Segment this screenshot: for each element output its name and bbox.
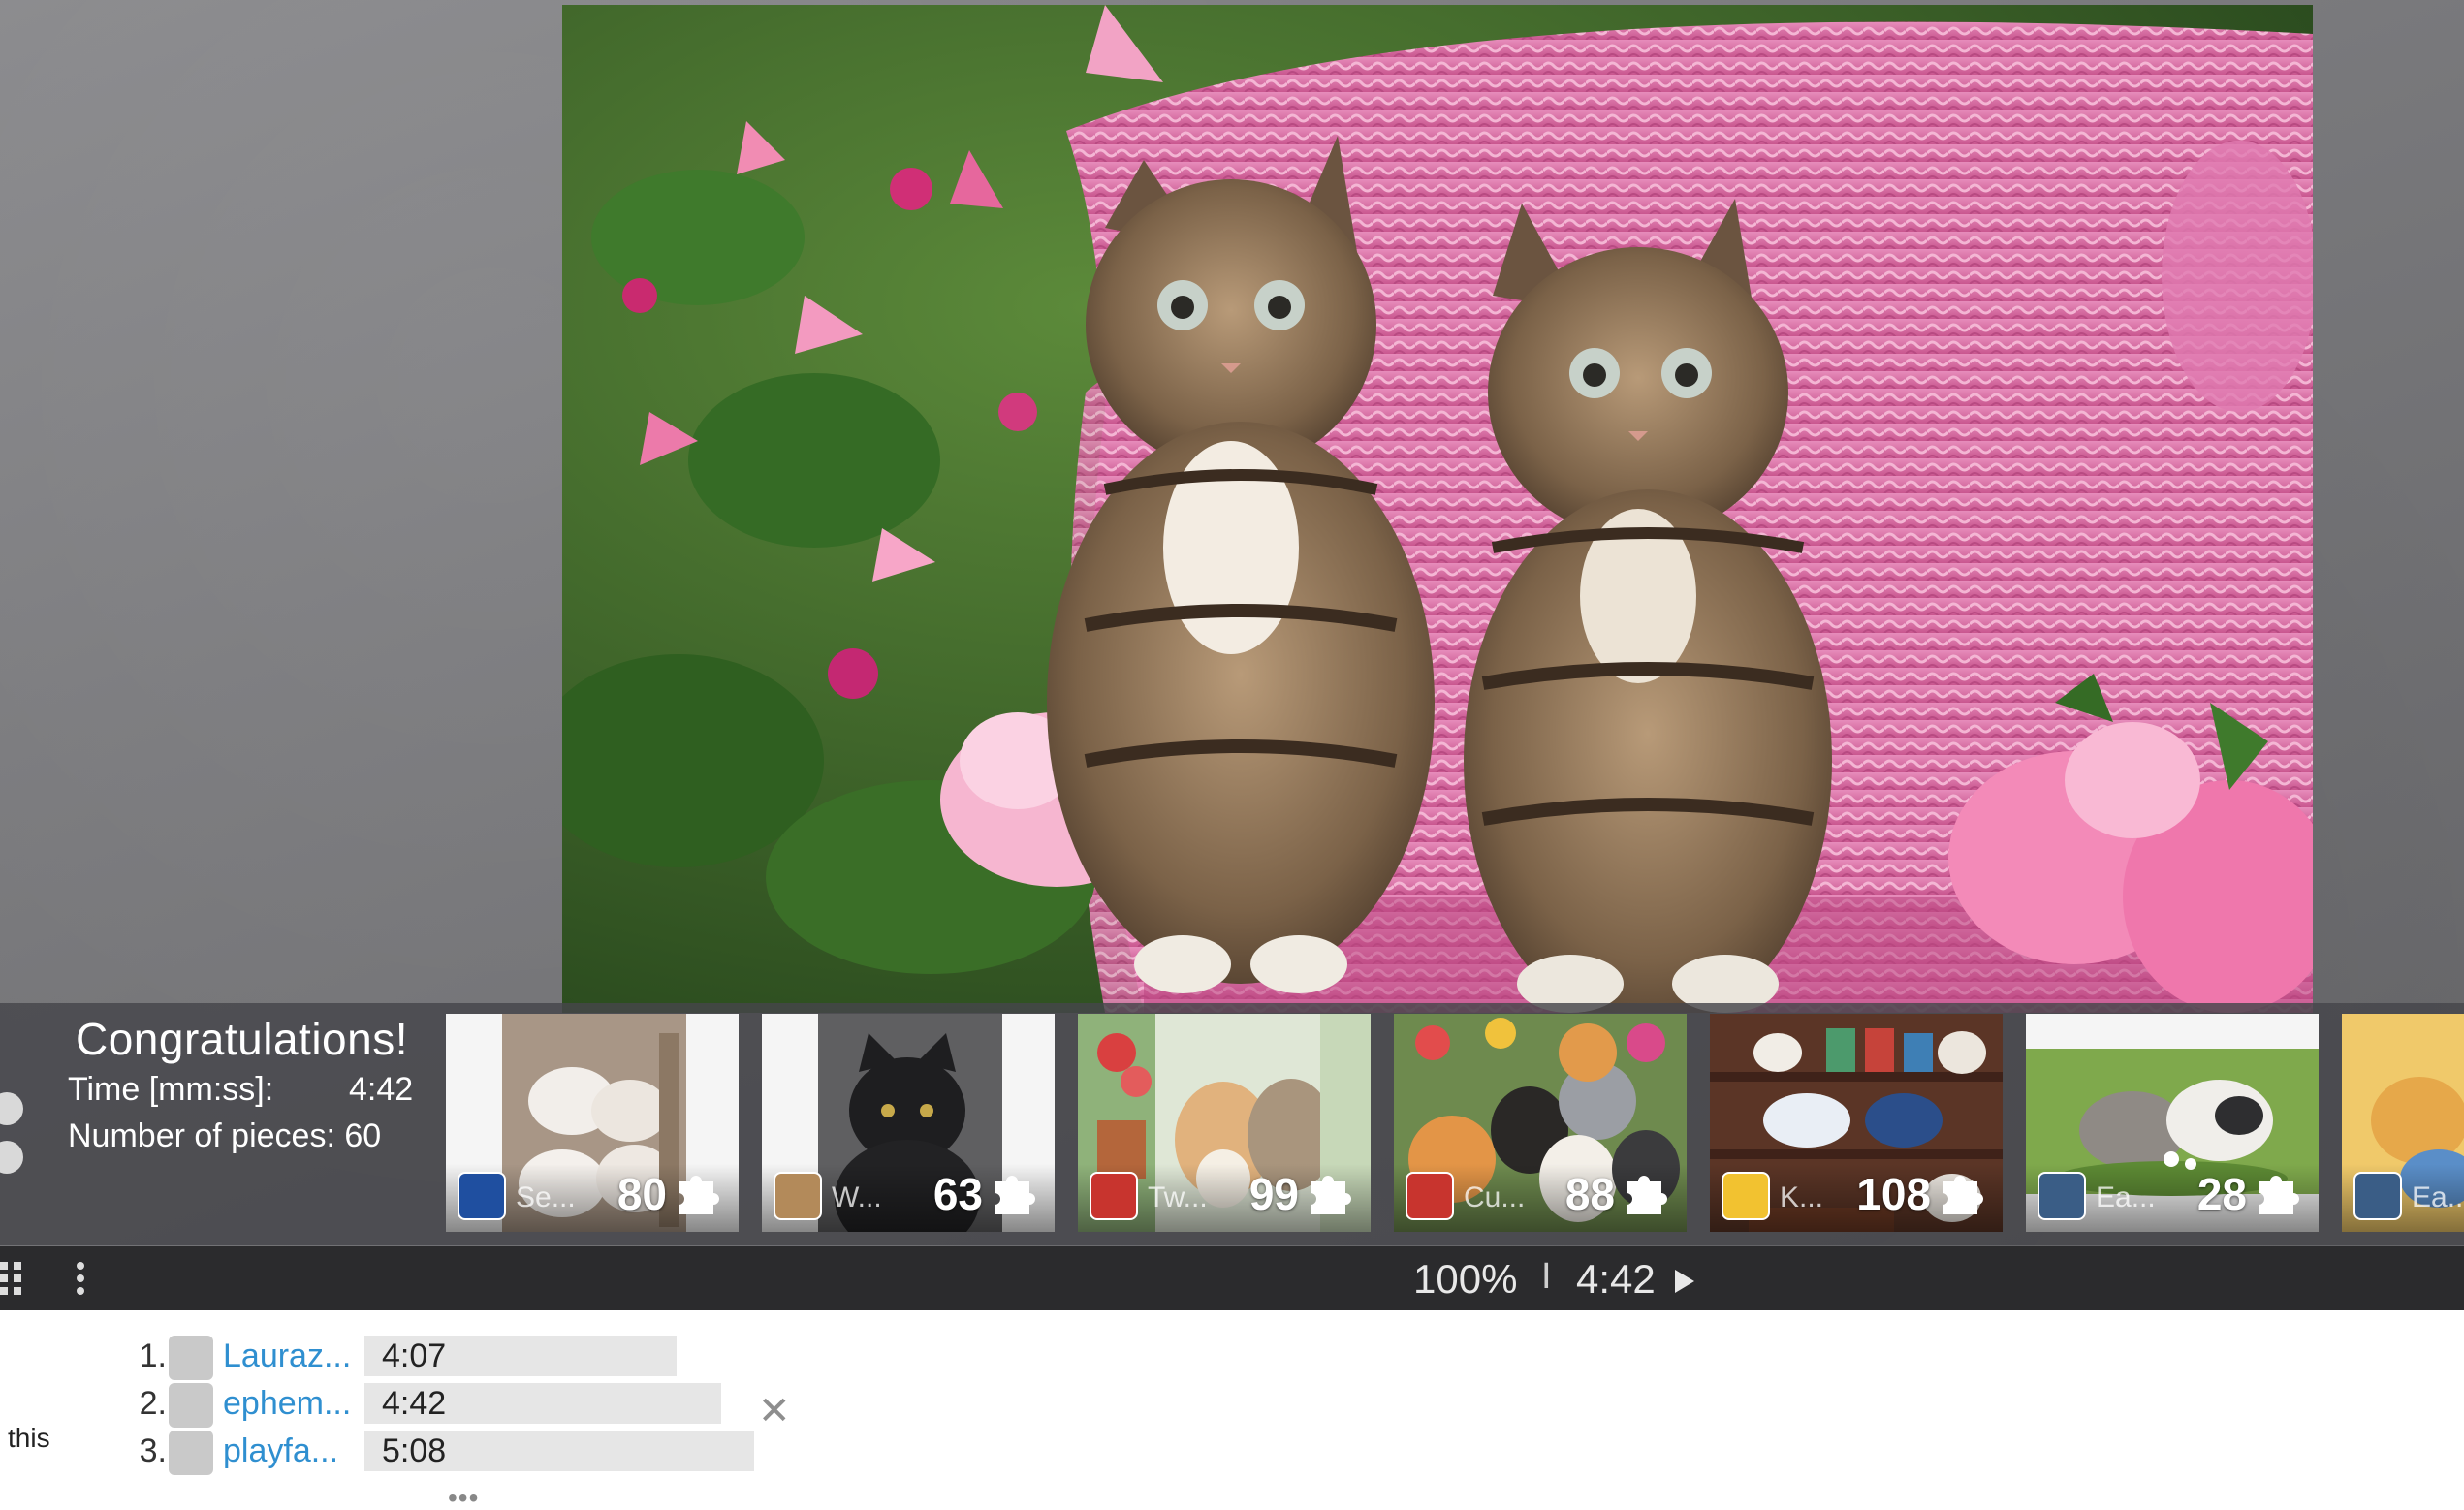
- leaderboard: 1. Lauraz... 4:07 2. ephem... 4:42 3. pl…: [0, 1310, 2464, 1510]
- rank: 1.: [139, 1337, 167, 1374]
- avatar: [169, 1431, 213, 1475]
- avatar: [169, 1383, 213, 1428]
- puzzle-piece-icon: [2259, 1176, 2299, 1214]
- time-label: Time [mm:ss]:: [68, 1071, 274, 1108]
- related-puzzle-thumbnail[interactable]: Cu... 88: [1394, 1014, 1687, 1232]
- user-avatar: [458, 1172, 506, 1220]
- leaderboard-row: 2. ephem... 4:42: [0, 1381, 872, 1428]
- puzzle-piece-icon: [1311, 1176, 1351, 1214]
- puzzle-board[interactable]: Congratulations! Time [mm:ss]: 4:42 Numb…: [0, 0, 2464, 1246]
- player-time: 4:42: [382, 1385, 447, 1422]
- user-avatar: [2038, 1172, 2086, 1220]
- thumbnail-user: W...: [832, 1181, 882, 1213]
- play-icon[interactable]: [1673, 1268, 1696, 1295]
- rank: 3.: [139, 1432, 167, 1469]
- piece-count: 99: [1248, 1169, 1299, 1219]
- user-avatar: [1090, 1172, 1138, 1220]
- leaderboard-row: 3. playfa... 5:08: [0, 1429, 872, 1475]
- piece-count: 28: [2196, 1169, 2247, 1219]
- grid-icon[interactable]: [0, 1260, 27, 1297]
- puzzle-piece-icon: [679, 1176, 719, 1214]
- player-name-link[interactable]: playfa...: [223, 1432, 338, 1470]
- related-puzzle-thumbnail[interactable]: Ea...: [2342, 1014, 2464, 1232]
- toolbar-separator: I: [1541, 1256, 1552, 1297]
- related-puzzle-thumbnail[interactable]: Ea... 28: [2026, 1014, 2319, 1232]
- zoom-level[interactable]: 100%: [1413, 1256, 1517, 1303]
- completed-puzzle-image[interactable]: [562, 5, 2313, 1013]
- time-value: 4:42: [349, 1071, 414, 1108]
- puzzle-app: Congratulations! Time [mm:ss]: 4:42 Numb…: [0, 0, 2464, 1510]
- player-name-link[interactable]: Lauraz...: [223, 1337, 351, 1375]
- related-puzzle-thumbnail[interactable]: W... 63: [762, 1014, 1055, 1232]
- piece-count: 88: [1564, 1169, 1615, 1219]
- more-icon[interactable]: •••: [448, 1483, 479, 1510]
- player-time: 5:08: [382, 1432, 447, 1469]
- puzzle-piece-icon: [1943, 1176, 1983, 1214]
- leaderboard-row: 1. Lauraz... 4:07: [0, 1334, 872, 1380]
- piece-count: 108: [1856, 1169, 1931, 1219]
- puzzle-toolbar: 100% I 4:42: [0, 1246, 2464, 1310]
- side-text: this: [8, 1423, 50, 1453]
- related-puzzle-thumbnail[interactable]: Tw... 99: [1078, 1014, 1371, 1232]
- related-puzzle-thumbnail[interactable]: K... 108: [1710, 1014, 2003, 1232]
- thumbnail-user: K...: [1780, 1181, 1824, 1213]
- thumbnail-user: Ea...: [2096, 1181, 2156, 1213]
- piece-count: 80: [616, 1169, 667, 1219]
- related-puzzle-thumbnail[interactable]: Se... 80: [446, 1014, 739, 1232]
- piece-count: 63: [932, 1169, 983, 1219]
- user-avatar: [2353, 1172, 2402, 1220]
- avatar: [169, 1336, 213, 1380]
- player-time: 4:07: [382, 1337, 447, 1374]
- congratulations-title: Congratulations!: [76, 1014, 408, 1064]
- puzzle-piece-icon: [1627, 1176, 1667, 1214]
- rank: 2.: [139, 1385, 167, 1422]
- close-icon[interactable]: ✕: [758, 1389, 791, 1433]
- user-avatar: [774, 1172, 822, 1220]
- more-menu-icon[interactable]: [72, 1262, 89, 1295]
- thumbnail-user: Se...: [516, 1181, 576, 1213]
- elapsed-timer: 4:42: [1576, 1256, 1656, 1302]
- user-avatar: [1722, 1172, 1770, 1220]
- thumbnail-user: Tw...: [1148, 1181, 1208, 1213]
- puzzle-piece-icon: [995, 1176, 1035, 1214]
- player-name-link[interactable]: ephem...: [223, 1385, 351, 1423]
- completion-strip: Congratulations! Time [mm:ss]: 4:42 Numb…: [0, 1003, 2464, 1245]
- thumbnail-user: Cu...: [1464, 1181, 1526, 1213]
- pieces-label: Number of pieces: 60: [68, 1117, 382, 1154]
- thumbnail-user: Ea...: [2412, 1181, 2464, 1213]
- completion-summary: Congratulations! Time [mm:ss]: 4:42 Numb…: [0, 1003, 436, 1245]
- user-avatar: [1406, 1172, 1454, 1220]
